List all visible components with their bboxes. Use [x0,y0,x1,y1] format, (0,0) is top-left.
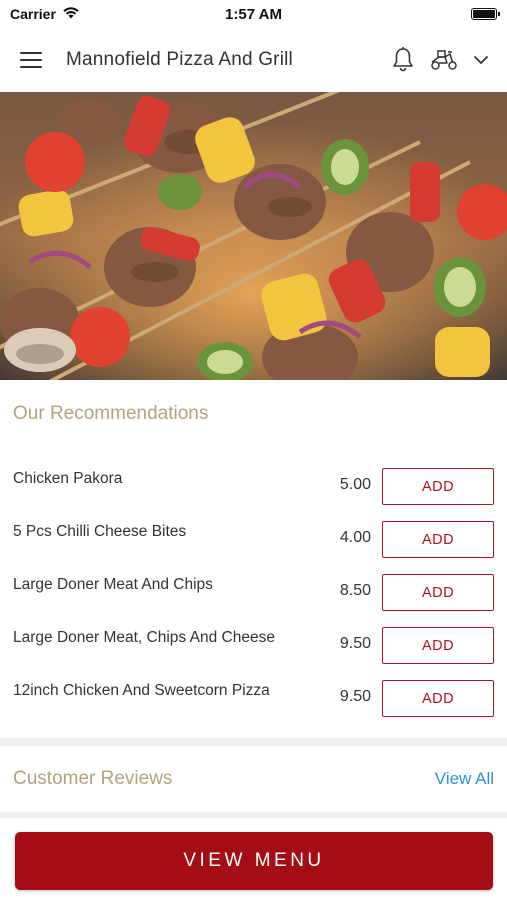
bottom-bar: VIEW MENU [0,818,507,900]
scooter-icon[interactable] [429,48,459,72]
item-price: 9.50 [339,635,371,652]
recommendations-title: Our Recommendations [13,403,209,424]
battery-icon [471,8,500,20]
reviews-title: Customer Reviews [13,768,173,789]
section-divider [0,738,507,746]
page-title: Mannofield Pizza And Grill [66,49,293,70]
recommendations-list: Chicken Pakora 5.00 ADD 5 Pcs Chilli Che… [0,460,507,725]
bell-icon[interactable] [391,46,415,74]
add-button[interactable]: ADD [382,680,494,717]
item-price: 9.50 [339,688,371,705]
item-price: 4.00 [339,529,371,546]
add-button[interactable]: ADD [382,627,494,664]
item-price: 8.50 [339,582,371,599]
list-item: 12inch Chicken And Sweetcorn Pizza 9.50 … [0,672,507,725]
view-all-link[interactable]: View All [435,769,494,789]
list-item: Large Doner Meat And Chips 8.50 ADD [0,566,507,619]
menu-icon[interactable] [20,49,46,71]
status-time: 1:57 AM [225,5,282,23]
item-name: Large Doner Meat And Chips [13,576,213,593]
hero-image [0,92,507,380]
item-name: 12inch Chicken And Sweetcorn Pizza [13,682,270,699]
app-header: Mannofield Pizza And Grill [0,28,507,92]
add-button[interactable]: ADD [382,468,494,505]
header-actions [391,46,489,74]
item-name: Large Doner Meat, Chips And Cheese [13,629,275,646]
add-button[interactable]: ADD [382,574,494,611]
list-item: Large Doner Meat, Chips And Cheese 9.50 … [0,619,507,672]
status-bar: Carrier 1:57 AM [0,0,507,28]
chevron-down-icon[interactable] [473,54,489,66]
item-price: 5.00 [339,476,371,493]
list-item: Chicken Pakora 5.00 ADD [0,460,507,513]
list-item: 5 Pcs Chilli Cheese Bites 4.00 ADD [0,513,507,566]
reviews-header: Customer Reviews View All [0,748,507,810]
item-name: Chicken Pakora [13,470,123,487]
item-name: 5 Pcs Chilli Cheese Bites [13,523,187,540]
view-menu-button[interactable]: VIEW MENU [15,832,493,890]
add-button[interactable]: ADD [382,521,494,558]
